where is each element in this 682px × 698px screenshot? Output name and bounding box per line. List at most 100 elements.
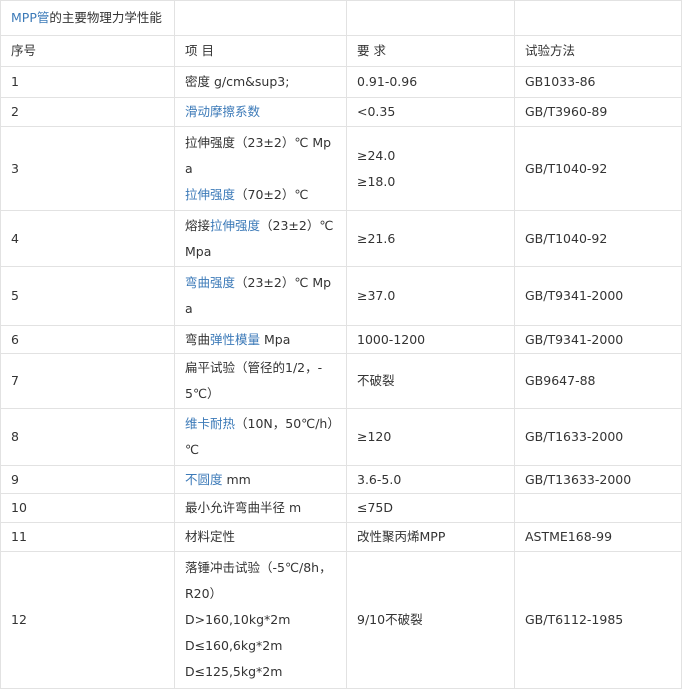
empty-cell: [514, 0, 682, 36]
row-requirement: ≥37.0: [346, 266, 515, 326]
header-row: 序号 项 目 要 求 试验方法: [0, 35, 682, 67]
term-link[interactable]: 不圆度: [185, 472, 223, 487]
item-text: D>160,10kg*2m: [185, 612, 291, 627]
item-text: 拉伸强度（23±2）℃ Mpa: [185, 134, 332, 176]
row-test-method: GB/T13633-2000: [514, 465, 682, 494]
item-line: 熔接拉伸强度（23±2）℃ Mpa: [185, 213, 338, 265]
row-requirement: ≤75D: [346, 493, 515, 523]
row-requirement: 改性聚丙烯MPP: [346, 522, 515, 552]
term-link[interactable]: 弹性模量: [210, 332, 260, 347]
table-row: 12 落锤冲击试验（-5℃/8h，R20） D>160,10kg*2m D≤160,6…: [0, 551, 682, 689]
table-row: 11 材料定性 改性聚丙烯MPP ASTME168-99: [0, 522, 682, 552]
item-text: 熔接: [185, 217, 211, 233]
row-item: 拉伸强度（23±2）℃ Mpa 拉伸强度（70±2）℃: [174, 126, 347, 211]
row-number: 3: [0, 126, 175, 211]
item-line: 材料定性: [185, 524, 338, 550]
row-test-method: GB/T1040-92: [514, 210, 682, 267]
item-text: 弯曲: [185, 331, 211, 347]
requirement-value: 3.6-5.0: [357, 471, 402, 487]
requirement-value: <0.35: [357, 104, 396, 119]
item-line: 滑动摩擦系数: [185, 99, 338, 125]
empty-cell: [346, 0, 515, 36]
requirement-value: ≥18.0: [357, 173, 396, 189]
row-item: 滑动摩擦系数: [174, 97, 347, 127]
table-row: 5 弯曲强度（23±2）℃ Mpa ≥37.0 GB/T9341-2000: [0, 266, 682, 326]
item-line: D≤160,6kg*2m: [185, 633, 338, 659]
requirement-value: 9/10不破裂: [357, 612, 423, 627]
row-item: 熔接拉伸强度（23±2）℃ Mpa: [174, 210, 347, 267]
table-title: MPP管的主要物理力学性能: [0, 0, 175, 36]
header-item: 项 目: [174, 35, 347, 67]
row-number: 8: [0, 408, 175, 466]
row-test-method: GB/T1633-2000: [514, 408, 682, 466]
row-requirement: <0.35: [346, 97, 515, 127]
item-line: 弯曲弹性模量 Mpa: [185, 327, 338, 353]
properties-table: MPP管的主要物理力学性能 序号 项 目 要 求 试验方法 1 密度 g/cm&s…: [0, 0, 682, 689]
table-row: 3 拉伸强度（23±2）℃ Mpa 拉伸强度（70±2）℃ ≥24.0 ≥18.0 GB/…: [0, 126, 682, 211]
term-link[interactable]: 维卡耐热: [185, 416, 235, 431]
row-test-method: GB/T1040-92: [514, 126, 682, 211]
requirement-value: ≥24.0: [357, 147, 396, 163]
row-number: 12: [0, 551, 175, 689]
row-item: 弯曲弹性模量 Mpa: [174, 325, 347, 354]
term-link[interactable]: 拉伸强度: [185, 187, 235, 202]
header-no: 序号: [0, 35, 175, 67]
item-text: D≤160,6kg*2m: [185, 638, 283, 653]
row-test-method: GB/T3960-89: [514, 97, 682, 127]
requirement-value: 不破裂: [357, 373, 395, 388]
row-item: 维卡耐热（10N，50℃/h）℃: [174, 408, 347, 466]
row-number: 10: [0, 493, 175, 523]
row-test-method: GB/T6112-1985: [514, 551, 682, 689]
table-row: 4 熔接拉伸强度（23±2）℃ Mpa ≥21.6 GB/T1040-92: [0, 210, 682, 267]
row-test-method: GB/T9341-2000: [514, 325, 682, 354]
item-line: D>160,10kg*2m: [185, 607, 338, 633]
header-requirement: 要 求: [346, 35, 515, 67]
item-line: 不圆度 mm: [185, 467, 338, 493]
item-line: 维卡耐热（10N，50℃/h）℃: [185, 411, 338, 463]
item-line: 落锤冲击试验（-5℃/8h，R20）: [185, 555, 338, 607]
requirement-value: 1000-1200: [357, 331, 426, 347]
row-number: 6: [0, 325, 175, 354]
term-link[interactable]: 弯曲强度: [185, 275, 235, 290]
term-link[interactable]: 滑动摩擦系数: [185, 104, 260, 119]
title-row: MPP管的主要物理力学性能: [0, 0, 682, 36]
requirement-value: 0.91-0.96: [357, 74, 418, 89]
term-link[interactable]: 拉伸强度: [210, 218, 260, 233]
row-test-method: [514, 493, 682, 523]
row-requirement: ≥24.0 ≥18.0: [346, 126, 515, 211]
item-text: 落锤冲击试验（-5℃/8h，R20）: [185, 560, 332, 601]
row-number: 4: [0, 210, 175, 267]
row-requirement: 不破裂: [346, 353, 515, 409]
row-item: 扁平试验（管径的1/2，-5℃）: [174, 353, 347, 409]
header-test-method: 试验方法: [514, 35, 682, 67]
item-line: 拉伸强度（23±2）℃ Mpa: [185, 130, 338, 182]
item-text: 最小允许弯曲半径 m: [185, 500, 302, 515]
row-number: 2: [0, 97, 175, 127]
item-text: （70±2）℃: [235, 186, 309, 202]
item-line: 密度 g/cm&sup3;: [185, 69, 338, 95]
item-text: 材料定性: [185, 529, 236, 544]
item-text: mm: [222, 471, 251, 487]
row-number: 1: [0, 66, 175, 98]
row-test-method: GB1033-86: [514, 66, 682, 98]
row-test-method: GB/T9341-2000: [514, 266, 682, 326]
row-requirement: 1000-1200: [346, 325, 515, 354]
table-title-text: 的主要物理力学性能: [49, 10, 162, 25]
table-body: MPP管的主要物理力学性能 序号 项 目 要 求 试验方法 1 密度 g/cm&s…: [0, 0, 682, 689]
requirement-value: ≤75D: [357, 500, 394, 515]
row-item: 最小允许弯曲半径 m: [174, 493, 347, 523]
row-requirement: ≥120: [346, 408, 515, 466]
row-number: 5: [0, 266, 175, 326]
row-test-method: GB9647-88: [514, 353, 682, 409]
row-requirement: 3.6-5.0: [346, 465, 515, 494]
table-row: 7 扁平试验（管径的1/2，-5℃） 不破裂 GB9647-88: [0, 353, 682, 409]
item-text: 扁平试验（管径的1/2，-5℃）: [185, 360, 323, 401]
requirement-value: 改性聚丙烯MPP: [357, 529, 446, 544]
row-item: 密度 g/cm&sup3;: [174, 66, 347, 98]
row-number: 11: [0, 522, 175, 552]
row-number: 9: [0, 465, 175, 494]
row-item: 落锤冲击试验（-5℃/8h，R20） D>160,10kg*2m D≤160,6kg…: [174, 551, 347, 689]
mpp-pipe-link[interactable]: MPP管: [11, 10, 49, 25]
item-text: D≤125,5kg*2m: [185, 664, 283, 679]
item-line: 拉伸强度（70±2）℃: [185, 182, 338, 208]
